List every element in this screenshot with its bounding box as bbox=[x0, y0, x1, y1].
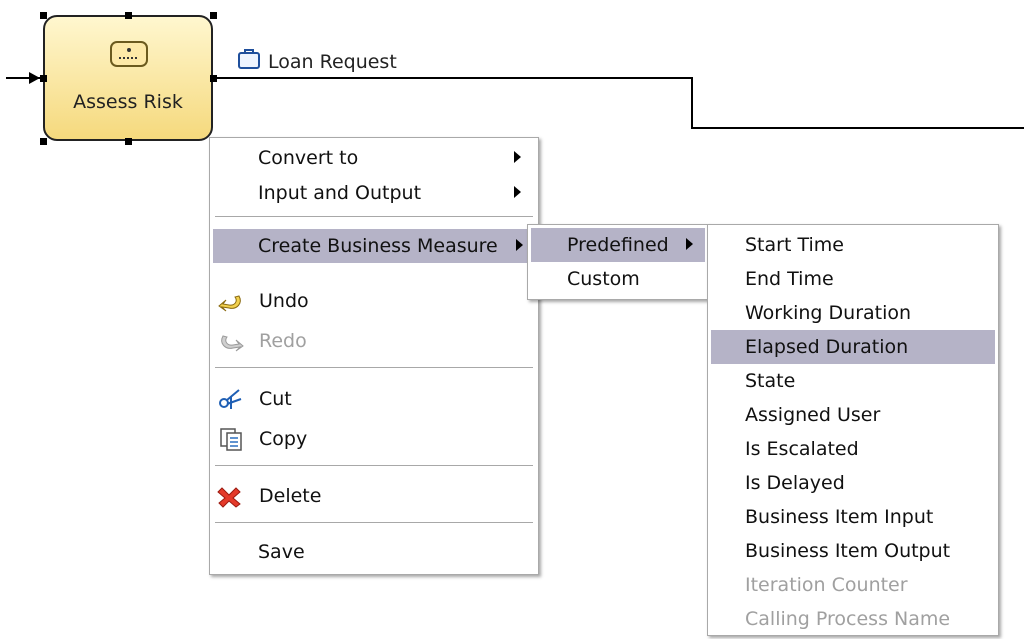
copy-icon bbox=[217, 427, 245, 451]
business-measure-submenu: Predefined Custom bbox=[527, 224, 709, 300]
menu-item-redo[interactable]: Redo bbox=[213, 324, 535, 358]
menu-item-label: Working Duration bbox=[745, 302, 912, 324]
selection-handle[interactable] bbox=[40, 138, 47, 145]
menu-item-label: Custom bbox=[567, 268, 640, 290]
submenu-arrow-icon bbox=[686, 238, 693, 250]
menu-item-label: Copy bbox=[259, 428, 308, 450]
flow-label-text: Loan Request bbox=[268, 50, 397, 73]
selection-handle[interactable] bbox=[210, 12, 217, 19]
menu-item-working-duration[interactable]: Working Duration bbox=[711, 296, 995, 330]
menu-item-label: Predefined bbox=[567, 234, 669, 256]
menu-item-label: State bbox=[745, 370, 796, 392]
menu-item-label: Is Escalated bbox=[745, 438, 859, 460]
menu-item-state[interactable]: State bbox=[711, 364, 995, 398]
menu-item-label: Iteration Counter bbox=[745, 574, 908, 596]
menu-item-label: Convert to bbox=[258, 147, 359, 169]
menu-item-cut[interactable]: Cut bbox=[213, 382, 535, 416]
task-label: Assess Risk bbox=[73, 91, 183, 113]
menu-item-copy[interactable]: Copy bbox=[213, 422, 535, 456]
menu-separator bbox=[215, 216, 533, 217]
menu-item-is-delayed[interactable]: Is Delayed bbox=[711, 466, 995, 500]
task-node-assess-risk[interactable]: Assess Risk bbox=[43, 15, 213, 141]
menu-item-label: Redo bbox=[259, 330, 307, 352]
menu-item-end-time[interactable]: End Time bbox=[711, 262, 995, 296]
menu-item-label: Elapsed Duration bbox=[745, 336, 909, 358]
incoming-flow-arrowhead bbox=[29, 72, 40, 84]
selection-handle[interactable] bbox=[125, 138, 132, 145]
menu-item-label: Business Item Input bbox=[745, 506, 934, 528]
menu-item-custom[interactable]: Custom bbox=[531, 262, 705, 296]
flow-label[interactable]: Loan Request bbox=[236, 47, 397, 76]
submenu-arrow-icon bbox=[514, 186, 521, 198]
menu-item-create-business-measure[interactable]: Create Business Measure bbox=[213, 229, 535, 263]
menu-item-is-escalated[interactable]: Is Escalated bbox=[711, 432, 995, 466]
redo-icon bbox=[217, 329, 245, 353]
business-item-icon bbox=[236, 47, 262, 76]
submenu-arrow-icon bbox=[514, 151, 521, 163]
menu-item-label: Cut bbox=[259, 388, 292, 410]
menu-item-label: Input and Output bbox=[258, 182, 422, 204]
menu-separator bbox=[215, 465, 533, 466]
menu-item-assigned-user[interactable]: Assigned User bbox=[711, 398, 995, 432]
menu-item-delete[interactable]: Delete bbox=[213, 479, 535, 513]
menu-item-label: Start Time bbox=[745, 234, 844, 256]
menu-item-label: Assigned User bbox=[745, 404, 881, 426]
menu-item-start-time[interactable]: Start Time bbox=[711, 228, 995, 262]
menu-item-predefined[interactable]: Predefined bbox=[531, 228, 705, 262]
menu-item-label: Business Item Output bbox=[745, 540, 951, 562]
menu-item-label: Save bbox=[258, 541, 305, 563]
task-icon bbox=[109, 39, 149, 69]
menu-item-label: Undo bbox=[259, 290, 309, 312]
selection-handle[interactable] bbox=[40, 12, 47, 19]
scissors-icon bbox=[217, 387, 245, 411]
menu-item-input-and-output[interactable]: Input and Output bbox=[213, 176, 535, 210]
selection-handle[interactable] bbox=[210, 75, 217, 82]
menu-item-business-item-input[interactable]: Business Item Input bbox=[711, 500, 995, 534]
menu-item-label: Calling Process Name bbox=[745, 608, 951, 630]
menu-item-calling-process-name[interactable]: Calling Process Name bbox=[711, 602, 995, 636]
outgoing-flow bbox=[214, 77, 1024, 129]
menu-item-label: Is Delayed bbox=[745, 472, 845, 494]
menu-item-iteration-counter[interactable]: Iteration Counter bbox=[711, 568, 995, 602]
menu-item-elapsed-duration[interactable]: Elapsed Duration bbox=[711, 330, 995, 364]
menu-separator bbox=[215, 522, 533, 523]
menu-separator bbox=[215, 367, 533, 368]
undo-icon bbox=[217, 289, 245, 313]
selection-handle[interactable] bbox=[125, 12, 132, 19]
context-menu: Convert to Input and Output Create Busin… bbox=[209, 137, 539, 575]
delete-x-icon bbox=[217, 484, 245, 508]
menu-item-business-item-output[interactable]: Business Item Output bbox=[711, 534, 995, 568]
menu-item-label: Create Business Measure bbox=[258, 235, 498, 257]
selection-handle[interactable] bbox=[40, 75, 47, 82]
menu-item-label: End Time bbox=[745, 268, 834, 290]
predefined-measures-submenu: Start Time End Time Working Duration Ela… bbox=[707, 224, 999, 636]
menu-item-convert-to[interactable]: Convert to bbox=[213, 141, 535, 175]
menu-item-save[interactable]: Save bbox=[213, 535, 535, 569]
menu-item-undo[interactable]: Undo bbox=[213, 284, 535, 318]
menu-item-label: Delete bbox=[259, 485, 322, 507]
submenu-arrow-icon bbox=[516, 239, 523, 251]
